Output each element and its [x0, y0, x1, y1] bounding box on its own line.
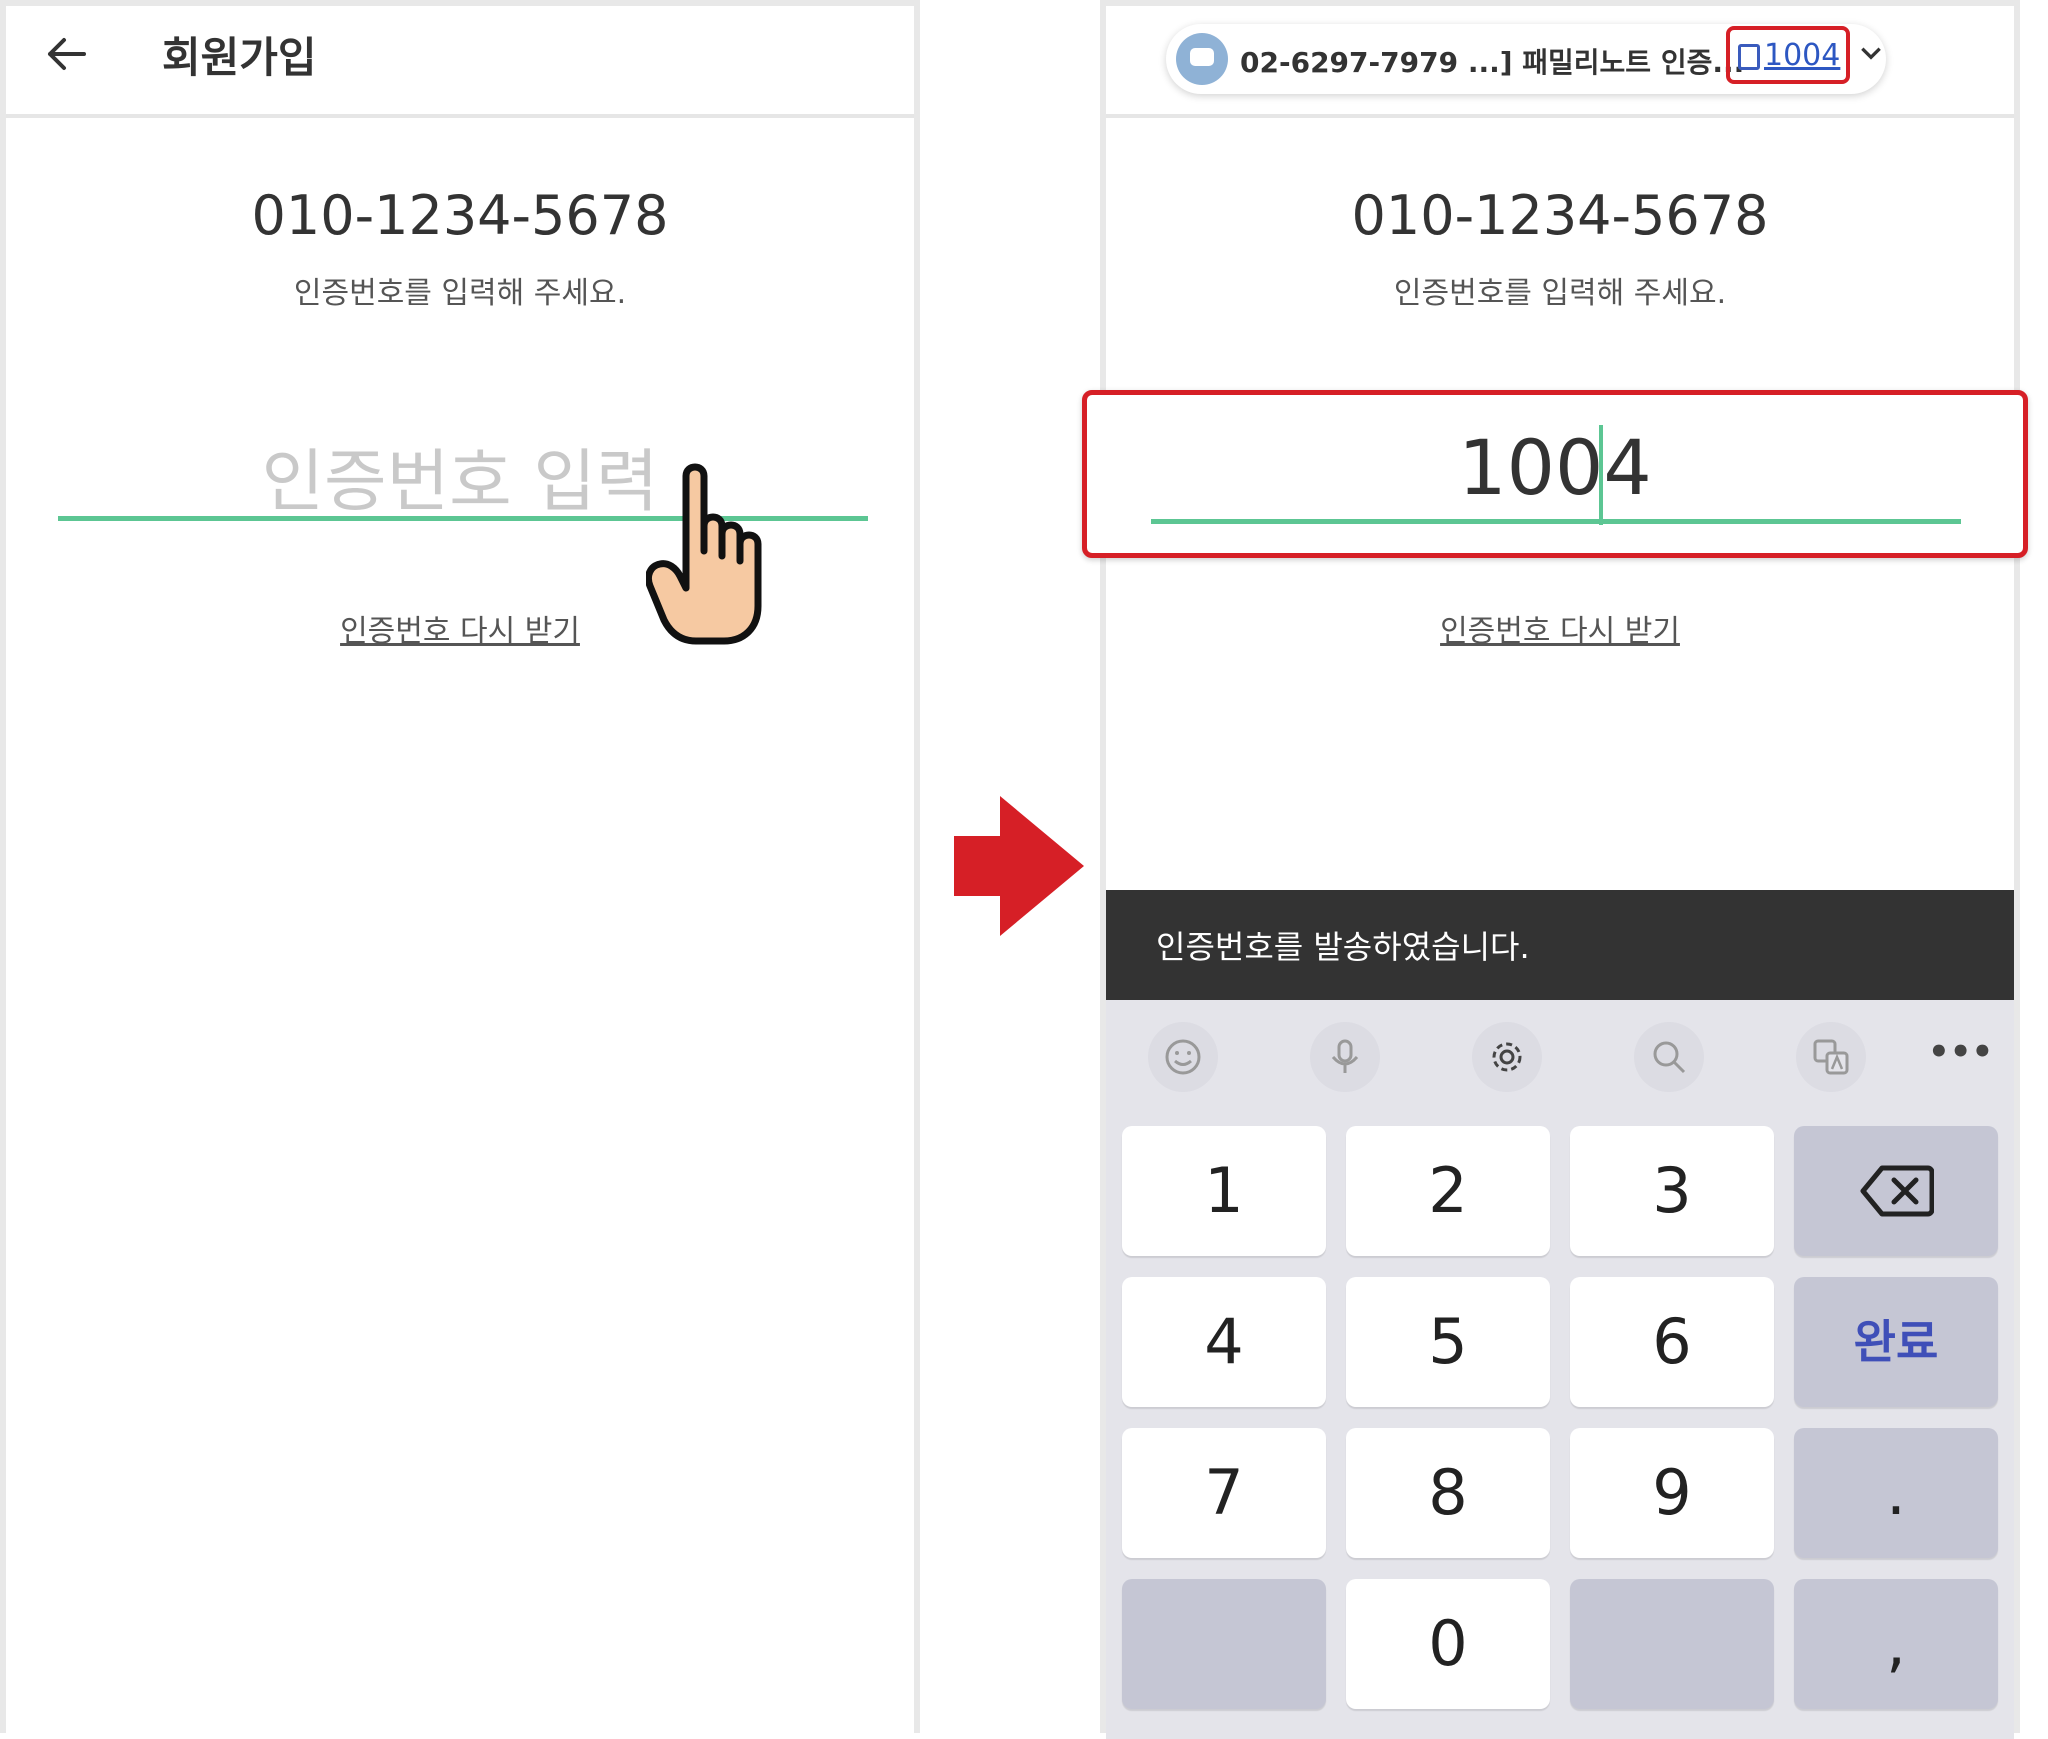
key-2[interactable]: 2	[1346, 1126, 1550, 1256]
key-9[interactable]: 9	[1570, 1428, 1774, 1558]
phone-number: 010-1234-5678	[251, 184, 669, 247]
back-arrow-icon[interactable]	[40, 28, 92, 80]
page-title: 회원가입	[162, 33, 317, 82]
code-chip-value: 1004	[1764, 38, 1841, 73]
pointing-hand-icon	[646, 463, 762, 645]
key-0[interactable]: 0	[1346, 1579, 1550, 1709]
microphone-icon[interactable]	[1310, 1022, 1380, 1092]
key-1[interactable]: 1	[1122, 1126, 1326, 1256]
key-5[interactable]: 5	[1346, 1277, 1550, 1407]
header: 회원가입	[6, 6, 914, 118]
copy-icon	[1738, 44, 1760, 70]
backspace-icon	[1860, 1165, 1934, 1217]
text-caret	[1599, 425, 1603, 525]
comma-key[interactable]: ,	[1794, 1579, 1998, 1709]
chevron-down-icon[interactable]	[1858, 40, 1884, 66]
right-arrow-icon	[954, 796, 1084, 936]
signup-screen-after: 02-6297-7979 ...] 패밀리노트 인증... 1004 010-1…	[1082, 0, 2028, 1739]
resend-code-link[interactable]: 인증번호 다시 받기	[1106, 606, 2014, 650]
phone-number: 010-1234-5678	[1351, 184, 1769, 247]
search-icon[interactable]	[1634, 1022, 1704, 1092]
key-4[interactable]: 4	[1122, 1277, 1326, 1407]
code-copy-chip[interactable]: 1004	[1726, 26, 1850, 84]
sms-notification-pill[interactable]: 02-6297-7979 ...] 패밀리노트 인증... 1004	[1166, 24, 1886, 94]
numeric-keyboard: ••• 1 2 3 4 5 6 완료 7 8 9 . 0 ,	[1106, 1000, 2014, 1739]
backspace-key[interactable]	[1794, 1126, 1998, 1256]
message-avatar-icon	[1176, 33, 1228, 85]
key-7[interactable]: 7	[1122, 1428, 1326, 1558]
guide-text: 인증번호를 입력해 주세요.	[1393, 276, 1727, 311]
blank-key	[1570, 1579, 1774, 1709]
translate-icon[interactable]	[1796, 1022, 1866, 1092]
highlighted-code-input: 1004	[1082, 390, 2028, 558]
input-underline	[1151, 519, 1961, 524]
settings-gear-icon[interactable]	[1472, 1022, 1542, 1092]
toast-text: 인증번호를 발송하였습니다.	[1156, 928, 1530, 966]
notification-text: 02-6297-7979 ...] 패밀리노트 인증...	[1240, 46, 1745, 79]
period-key[interactable]: .	[1794, 1428, 1998, 1558]
header: 02-6297-7979 ...] 패밀리노트 인증... 1004	[1106, 6, 2014, 118]
signup-screen-before: 회원가입 010-1234-5678 인증번호를 입력해 주세요. 인증번호 입…	[0, 0, 920, 1733]
verification-code-input[interactable]: 1004	[1087, 423, 2023, 512]
done-key[interactable]: 완료	[1794, 1277, 1998, 1407]
more-options-icon[interactable]: •••	[1928, 1032, 1993, 1072]
key-6[interactable]: 6	[1570, 1277, 1774, 1407]
emoji-icon[interactable]	[1148, 1022, 1218, 1092]
key-3[interactable]: 3	[1570, 1126, 1774, 1256]
toast-message: 인증번호를 발송하였습니다.	[1106, 890, 2014, 1000]
blank-key	[1122, 1579, 1326, 1709]
keyboard-toolbar: •••	[1106, 1000, 2014, 1110]
key-8[interactable]: 8	[1346, 1428, 1550, 1558]
guide-text: 인증번호를 입력해 주세요.	[293, 276, 627, 311]
